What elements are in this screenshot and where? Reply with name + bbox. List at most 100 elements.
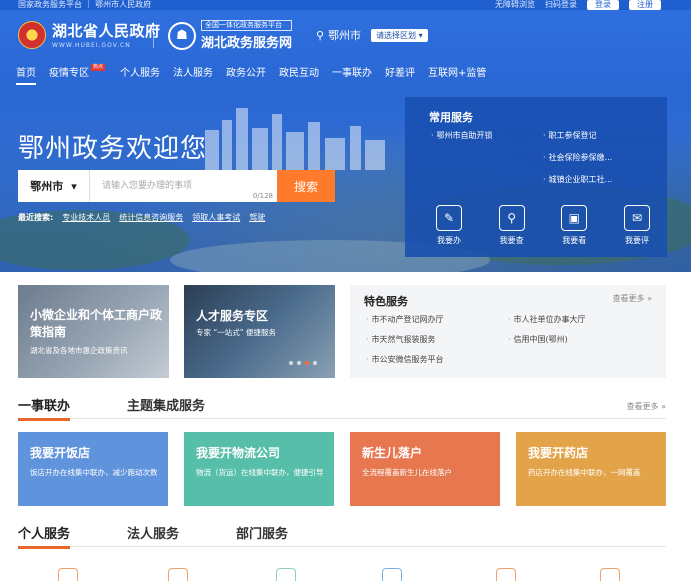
family-icon[interactable] bbox=[600, 568, 620, 581]
search-city-select[interactable]: 鄂州市 ▾ bbox=[18, 170, 90, 202]
tab-theme[interactable]: 主题集成服务 bbox=[127, 395, 205, 414]
platform-tag: 全国一体化政务服务平台 bbox=[201, 20, 293, 31]
money-icon[interactable] bbox=[276, 568, 296, 581]
nav-review[interactable]: 好差评 bbox=[385, 64, 415, 85]
card-desc: 饭店开办在线集中联办，减少跑动次数 bbox=[30, 468, 158, 477]
main-nav: 首页 疫情专区热点 个人服务 法人服务 政务公开 政民互动 一事联办 好差评 互… bbox=[16, 64, 499, 85]
card-desc: 药店开办在线集中联办，一网覆盖 bbox=[528, 468, 641, 477]
action-view[interactable]: ▣ 我要看 bbox=[548, 205, 600, 246]
joint-card-restaurant[interactable]: 我要开饭店 饭店开办在线集中联办，减少跑动次数 bbox=[18, 432, 168, 506]
service-link[interactable]: 职工参保登记 bbox=[543, 130, 597, 141]
gov-logo[interactable]: ★ 湖北省人民政府 WWW.HUBEI.GOV.CN bbox=[18, 20, 161, 49]
top-strip: 国家政务服务平台 ｜ 鄂州市人民政府 无障碍浏览 扫码登录 登录 注册 bbox=[0, 0, 691, 10]
special-services-title: 特色服务 bbox=[364, 295, 408, 308]
special-item[interactable]: 信用中国(鄂州) bbox=[508, 334, 568, 345]
handle-doc-icon: ✎ bbox=[436, 205, 462, 231]
joint-section-header: 一事联办 主题集成服务 查看更多 » bbox=[18, 393, 666, 421]
nav-interaction[interactable]: 政民互动 bbox=[279, 64, 319, 85]
search-input[interactable] bbox=[90, 170, 277, 202]
carousel-dot-active[interactable] bbox=[305, 361, 309, 365]
nav-public[interactable]: 政务公开 bbox=[226, 64, 266, 85]
nav-personal[interactable]: 个人服务 bbox=[120, 64, 160, 85]
joint-card-logistics[interactable]: 我要开物流公司 物流（货运）在线集中联办，便捷引导 bbox=[184, 432, 334, 506]
carousel-dots bbox=[289, 361, 317, 365]
top-strip-links[interactable]: 国家政务服务平台 ｜ 鄂州市人民政府 bbox=[18, 0, 151, 10]
recent-keyword[interactable]: 专业技术人员 bbox=[62, 212, 110, 223]
nav-legal[interactable]: 法人服务 bbox=[173, 64, 213, 85]
card-title: 我要开饭店 bbox=[30, 446, 91, 460]
tab-legal[interactable]: 法人服务 bbox=[127, 523, 179, 542]
banner-subtitle: 专家 “一站式” 便捷服务 bbox=[196, 328, 277, 337]
recent-keyword[interactable]: 领取人事考试 bbox=[192, 212, 240, 223]
nav-joint[interactable]: 一事联办 bbox=[332, 64, 372, 85]
banner-title: 小微企业和个体工商户政策指南 bbox=[30, 308, 163, 339]
banner-talent[interactable]: 人才服务专区 专家 “一站式” 便捷服务 bbox=[184, 285, 335, 378]
banner-title: 人才服务专区 bbox=[196, 309, 269, 323]
action-handle[interactable]: ✎ 我要办 bbox=[423, 205, 475, 246]
service-link[interactable]: 鄂州市自助开锁 bbox=[431, 130, 493, 141]
special-item[interactable]: 市天然气报装服务 bbox=[366, 334, 436, 345]
service-link[interactable]: 社会保险参保缴... bbox=[543, 152, 613, 163]
recent-label: 最近搜索: bbox=[18, 213, 54, 222]
quick-actions: ✎ 我要办 ⚲ 我要查 ▣ 我要看 ✉ 我要评 bbox=[423, 205, 663, 246]
tab-joint[interactable]: 一事联办 bbox=[18, 395, 71, 421]
card-desc: 全流程覆盖新生儿在线落户 bbox=[362, 468, 452, 477]
card-title: 我要开药店 bbox=[528, 446, 589, 460]
national-emblem-icon: ★ bbox=[18, 20, 46, 49]
action-review[interactable]: ✉ 我要评 bbox=[611, 205, 663, 246]
carousel-dot[interactable] bbox=[313, 361, 317, 365]
caret-down-icon: ▾ bbox=[71, 179, 77, 193]
search-bar: 鄂州市▾ 0/128 搜索 bbox=[18, 170, 335, 202]
special-services: 特色服务 查看更多 » 市不动产登记网办厅 市人社单位办事大厅 市天然气报装服务… bbox=[350, 285, 666, 378]
special-item[interactable]: 市不动产登记网办厅 bbox=[366, 314, 444, 325]
special-item[interactable]: 市人社单位办事大厅 bbox=[508, 314, 586, 325]
qr-login-link[interactable]: 扫码登录 bbox=[545, 0, 577, 10]
review-chat-icon: ✉ bbox=[623, 205, 650, 231]
tab-department[interactable]: 部门服务 bbox=[236, 523, 288, 542]
card-title: 我要开物流公司 bbox=[196, 446, 281, 460]
banner-subtitle: 湖北省及各地市惠企政策资讯 bbox=[30, 346, 128, 355]
search-input-wrap: 0/128 bbox=[90, 170, 277, 202]
login-button[interactable]: 登录 bbox=[587, 0, 619, 10]
query-user-icon: ⚲ bbox=[498, 205, 525, 231]
char-count: 0/128 bbox=[252, 192, 273, 200]
medical-icon[interactable] bbox=[496, 568, 516, 581]
tab-personal[interactable]: 个人服务 bbox=[18, 523, 71, 549]
gov-url: WWW.HUBEI.GOV.CN bbox=[52, 42, 131, 49]
hot-badge: 热点 bbox=[91, 64, 106, 71]
carousel-dot[interactable] bbox=[297, 361, 301, 365]
platform-emblem-icon: ☗ bbox=[168, 21, 196, 50]
banner-small-business[interactable]: 小微企业和个体工商户政策指南 湖北省及各地市惠企政策资讯 bbox=[18, 285, 169, 378]
id-card-icon[interactable] bbox=[382, 568, 402, 581]
action-query[interactable]: ⚲ 我要查 bbox=[486, 205, 538, 246]
people-icon[interactable] bbox=[58, 568, 78, 581]
joint-more-link[interactable]: 查看更多 » bbox=[627, 401, 666, 412]
carousel-dot[interactable] bbox=[289, 361, 293, 365]
logo-divider bbox=[153, 22, 154, 48]
card-title: 新生儿落户 bbox=[362, 446, 423, 460]
common-services-title: 常用服务 bbox=[429, 111, 473, 124]
nav-supervision[interactable]: 互联网+监管 bbox=[428, 64, 486, 85]
location-area: ⚲ 鄂州市 请选择区划 ▾ bbox=[316, 27, 428, 43]
service-link[interactable]: 城镇企业职工社... bbox=[543, 174, 613, 185]
top-strip-right: 无障碍浏览 扫码登录 登录 注册 bbox=[495, 0, 661, 10]
nav-home[interactable]: 首页 bbox=[16, 64, 36, 85]
recent-keyword[interactable]: 驾驶 bbox=[249, 212, 265, 223]
search-button[interactable]: 搜索 bbox=[277, 170, 335, 202]
platform-logo[interactable]: ☗ 全国一体化政务服务平台 湖北政务服务网 bbox=[168, 20, 293, 51]
hero-title: 鄂州政务欢迎您 bbox=[18, 134, 208, 164]
region-select[interactable]: 请选择区划 ▾ bbox=[371, 28, 428, 42]
joint-card-newborn[interactable]: 新生儿落户 全流程覆盖新生儿在线落户 bbox=[350, 432, 500, 506]
service-icons-row bbox=[18, 564, 666, 581]
joint-card-pharmacy[interactable]: 我要开药店 药店开办在线集中联办，一网覆盖 bbox=[516, 432, 666, 506]
special-more-link[interactable]: 查看更多 » bbox=[613, 293, 652, 304]
current-city: 鄂州市 bbox=[328, 29, 362, 42]
special-item[interactable]: 市公安微信服务平台 bbox=[366, 354, 444, 365]
common-services-panel: 常用服务 鄂州市自助开锁 职工参保登记 社会保险参保缴... 城镇企业职工社..… bbox=[405, 97, 667, 257]
certificate-icon[interactable] bbox=[168, 568, 188, 581]
nav-epidemic[interactable]: 疫情专区热点 bbox=[49, 64, 107, 85]
accessibility-link[interactable]: 无障碍浏览 bbox=[495, 0, 535, 10]
register-button[interactable]: 注册 bbox=[629, 0, 661, 10]
view-screen-icon: ▣ bbox=[561, 205, 588, 231]
recent-keyword[interactable]: 统计信息咨询服务 bbox=[119, 212, 183, 223]
